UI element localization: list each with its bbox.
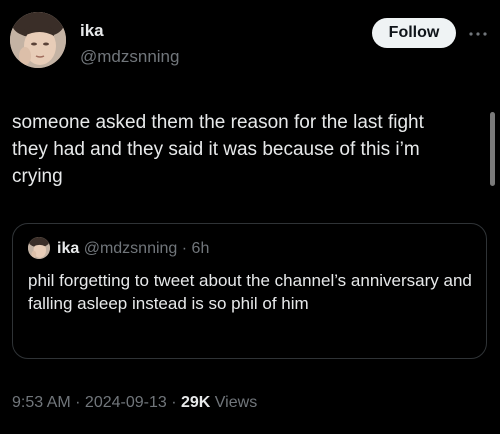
author-handle[interactable]: @mdzsnning	[80, 47, 179, 67]
separator-dot: ·	[166, 394, 181, 411]
quoted-tweet-time: 6h	[191, 240, 210, 257]
tweet: ika @mdzsnning Follow someone asked them…	[0, 0, 500, 434]
quoted-author-handle: @mdzsnning	[83, 240, 178, 257]
profile-avatar-image	[28, 237, 50, 259]
views-count: 29K	[180, 394, 211, 411]
profile-avatar-image	[10, 12, 66, 68]
tweet-text: someone asked them the reason for the la…	[12, 112, 424, 187]
quoted-author-name: ika	[57, 240, 80, 257]
tweet-time[interactable]: 9:53 AM	[12, 394, 71, 411]
author-avatar[interactable]	[10, 12, 66, 68]
ellipsis-icon[interactable]	[466, 24, 490, 44]
separator-dot: ·	[70, 394, 85, 411]
quoted-tweet-text: phil forgetting to tweet about the chann…	[28, 271, 472, 313]
quoted-author-avatar	[28, 237, 50, 259]
quoted-tweet-header: ika @mdzsnning · 6h	[57, 239, 209, 259]
tweet-meta: 9:53 AM · 2024-09-13 · 29K Views	[12, 393, 257, 413]
separator-dot: ·	[177, 240, 192, 257]
quoted-tweet-card[interactable]: ika @mdzsnning · 6h phil forgetting to t…	[12, 223, 487, 359]
tweet-date[interactable]: 2024-09-13	[85, 394, 167, 411]
views-label: Views	[214, 394, 258, 411]
author-display-name[interactable]: ika	[80, 21, 104, 41]
scrollbar-thumb[interactable]	[490, 112, 495, 186]
follow-button[interactable]: Follow	[372, 18, 456, 48]
